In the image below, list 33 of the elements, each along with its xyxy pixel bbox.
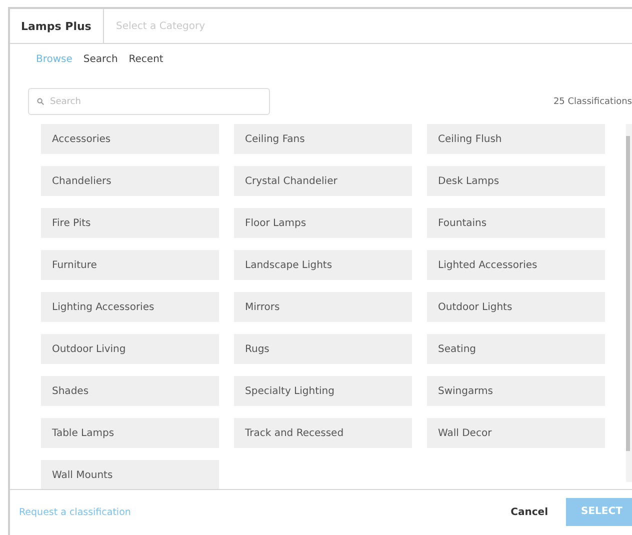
- category-item[interactable]: Track and Recessed: [234, 418, 412, 448]
- category-item[interactable]: Outdoor Living: [41, 334, 219, 364]
- classification-count: 25 Classifications: [553, 96, 632, 106]
- category-item[interactable]: Outdoor Lights: [427, 292, 605, 322]
- category-item[interactable]: Fire Pits: [41, 208, 219, 238]
- category-item[interactable]: Floor Lamps: [234, 208, 412, 238]
- scrollbar[interactable]: [626, 124, 632, 482]
- category-item[interactable]: Wall Mounts: [41, 460, 219, 490]
- category-item[interactable]: Crystal Chandelier: [234, 166, 412, 196]
- category-item[interactable]: Ceiling Fans: [234, 124, 412, 154]
- category-item[interactable]: Desk Lamps: [427, 166, 605, 196]
- category-item[interactable]: Furniture: [41, 250, 219, 280]
- category-item[interactable]: Specialty Lighting: [234, 376, 412, 406]
- category-item[interactable]: Rugs: [234, 334, 412, 364]
- category-item[interactable]: Table Lamps: [41, 418, 219, 448]
- search-icon: [37, 98, 44, 105]
- category-item[interactable]: Ceiling Flush: [427, 124, 605, 154]
- category-item[interactable]: Fountains: [427, 208, 605, 238]
- search-field[interactable]: Search: [28, 88, 270, 115]
- category-item[interactable]: Wall Decor: [427, 418, 605, 448]
- category-item[interactable]: Accessories: [41, 124, 219, 154]
- category-item[interactable]: Lighting Accessories: [41, 292, 219, 322]
- category-item[interactable]: Lighted Accessories: [427, 250, 605, 280]
- category-item[interactable]: Swingarms: [427, 376, 605, 406]
- tab[interactable]: Recent: [128, 54, 164, 74]
- category-item[interactable]: Seating: [427, 334, 605, 364]
- category-item[interactable]: Mirrors: [234, 292, 412, 322]
- category-item[interactable]: Landscape Lights: [234, 250, 412, 280]
- tab[interactable]: Search: [83, 54, 118, 74]
- category-item[interactable]: Chandeliers: [41, 166, 219, 196]
- category-item[interactable]: Shades: [41, 376, 219, 406]
- app-title: Lamps Plus: [10, 9, 104, 43]
- cancel-button[interactable]: Cancel: [504, 506, 554, 519]
